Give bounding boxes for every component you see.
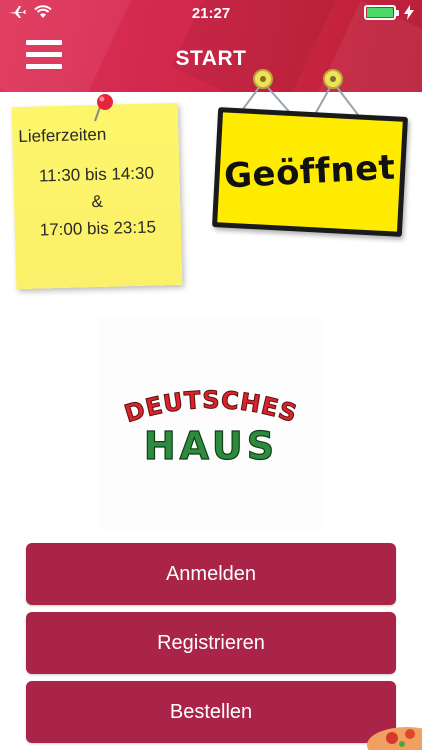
food-image bbox=[367, 727, 422, 750]
hamburger-icon-bar bbox=[26, 40, 62, 45]
logo-line-1: DEUTSCHES bbox=[121, 386, 301, 428]
order-button[interactable]: Bestellen bbox=[26, 681, 396, 743]
status-time: 21:27 bbox=[191, 5, 231, 22]
charging-icon bbox=[404, 5, 414, 20]
status-bar: 21:27 bbox=[0, 0, 422, 28]
open-sign-text: Geöffnet bbox=[223, 147, 397, 197]
delivery-times-note: Lieferzeiten 11:30 bis 14:30 & 17:00 bis… bbox=[11, 102, 183, 290]
battery-icon bbox=[364, 5, 399, 20]
logo-graphic: DEUTSCHES HAUS bbox=[121, 385, 301, 463]
note-heading: Lieferzeiten bbox=[18, 124, 107, 147]
open-sign-board: Geöffnet bbox=[211, 107, 409, 237]
pushpin-icon bbox=[94, 94, 113, 122]
restaurant-logo: DEUTSCHES HAUS bbox=[98, 316, 324, 530]
note-line-3: 17:00 bis 23:15 bbox=[39, 217, 157, 240]
note-line-1: 11:30 bis 14:30 bbox=[38, 163, 155, 186]
register-button[interactable]: Registrieren bbox=[26, 612, 396, 674]
open-sign: Geöffnet bbox=[205, 62, 415, 247]
note-line-2: & bbox=[91, 191, 104, 212]
logo-line-2: HAUS bbox=[144, 424, 278, 463]
login-button[interactable]: Anmelden bbox=[26, 543, 396, 605]
battery-fill bbox=[367, 8, 393, 17]
status-right bbox=[364, 5, 414, 20]
